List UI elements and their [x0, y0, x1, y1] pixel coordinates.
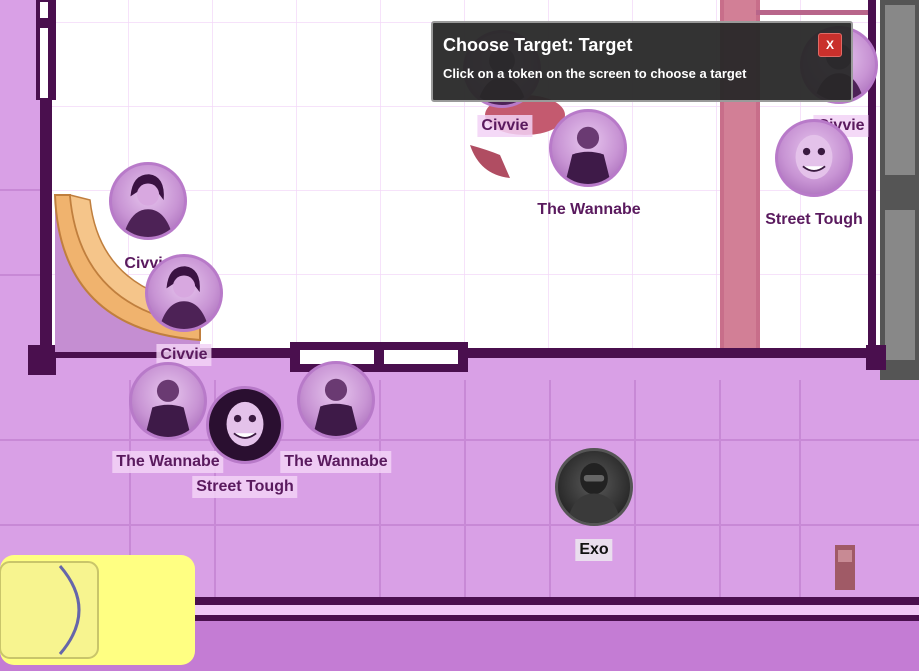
token-street-tough-right[interactable]: [775, 119, 853, 197]
token-label-street-tough-center[interactable]: Street Tough: [192, 476, 298, 498]
token-label-wannabe-top[interactable]: The Wannabe: [533, 199, 644, 221]
street-tough-portrait-icon: [209, 389, 281, 461]
civvie-portrait-icon: [159, 266, 209, 329]
token-wannabe-top[interactable]: [549, 109, 627, 187]
wannabe-portrait-icon: [564, 126, 612, 184]
yellow-car: [0, 555, 195, 665]
dialog-title: Choose Target: Target: [443, 35, 633, 55]
wannabe-portrait-icon: [312, 378, 360, 436]
street-tough-portrait-icon: [795, 134, 833, 180]
choose-target-dialog: Choose Target: Target Click on a token o…: [431, 21, 853, 102]
token-label-civvie-top[interactable]: Civvie: [477, 115, 533, 137]
token-street-tough-center[interactable]: [206, 386, 284, 464]
token-label-wannabe-center[interactable]: The Wannabe: [280, 451, 392, 473]
dialog-close-button[interactable]: X: [818, 33, 842, 57]
token-civvie-left-lower[interactable]: [145, 254, 223, 332]
exo-armor-portrait-icon: [567, 463, 621, 523]
dialog-instruction: Click on a token on the screen to choose…: [443, 66, 747, 81]
token-label-street-tough-right[interactable]: Street Tough: [761, 209, 866, 231]
wannabe-portrait-icon: [144, 379, 192, 437]
token-label-exo[interactable]: Exo: [575, 539, 613, 561]
token-label-wannabe-left[interactable]: The Wannabe: [112, 451, 224, 473]
token-exo[interactable]: [555, 448, 633, 526]
token-wannabe-left[interactable]: [129, 362, 207, 440]
token-wannabe-center[interactable]: [297, 361, 375, 439]
token-civvie-left-upper[interactable]: [109, 162, 187, 240]
civvie-portrait-icon: [123, 174, 173, 237]
